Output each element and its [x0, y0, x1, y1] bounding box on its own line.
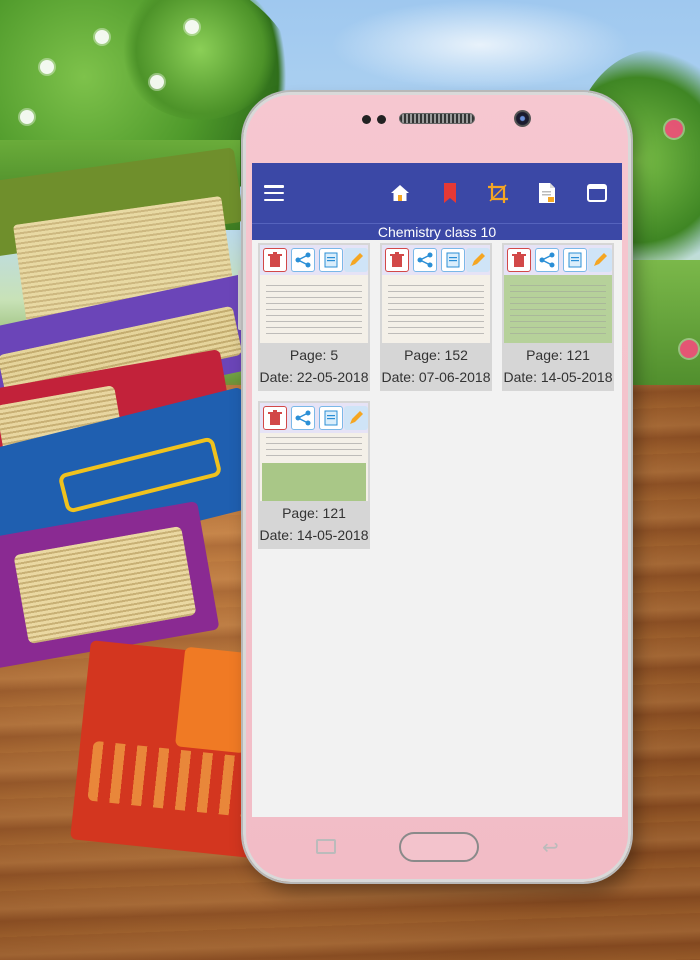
- bookmark-card[interactable]: Page: 121 Date: 14-05-2018: [502, 243, 614, 391]
- share-icon[interactable]: [291, 248, 315, 272]
- home-button[interactable]: [399, 832, 479, 862]
- sensor: [377, 115, 386, 124]
- bookmark-date: Date: 14-05-2018: [503, 369, 613, 385]
- bookmark-date: Date: 22-05-2018: [259, 369, 369, 385]
- app-screen: Chemistry class 10 Page: 5 Date: 22-05-2…: [252, 163, 622, 817]
- note-icon[interactable]: [441, 248, 465, 272]
- share-icon[interactable]: [413, 248, 437, 272]
- note-icon[interactable]: [319, 248, 343, 272]
- page-thumbnail: [260, 245, 368, 343]
- page-thumbnail: [382, 245, 490, 343]
- flower: [680, 340, 698, 358]
- bookmark-page: Page: 121: [526, 347, 590, 363]
- edit-icon[interactable]: [344, 248, 368, 272]
- trash-icon[interactable]: [385, 248, 409, 272]
- note-icon[interactable]: [563, 248, 587, 272]
- flower: [185, 20, 199, 34]
- flower: [95, 30, 109, 44]
- edit-icon[interactable]: [466, 248, 490, 272]
- bookmark-card[interactable]: Page: 152 Date: 07-06-2018: [380, 243, 492, 391]
- bookmark-card[interactable]: Page: 5 Date: 22-05-2018: [258, 243, 370, 391]
- front-camera: [514, 110, 531, 127]
- bookmark-icon[interactable]: [438, 181, 462, 205]
- bookmark-card[interactable]: Page: 121 Date: 14-05-2018: [258, 401, 370, 549]
- page-title: Chemistry class 10: [377, 224, 497, 240]
- sky: [330, 0, 630, 90]
- home-icon[interactable]: [388, 181, 412, 205]
- trash-icon[interactable]: [507, 248, 531, 272]
- bookmark-page: Page: 5: [289, 347, 339, 363]
- page-thumbnail: [504, 245, 612, 343]
- flower: [150, 75, 164, 89]
- note-icon[interactable]: [319, 406, 343, 430]
- document-icon[interactable]: [535, 181, 559, 205]
- edit-icon[interactable]: [344, 406, 368, 430]
- sensor: [362, 115, 371, 124]
- trash-icon[interactable]: [263, 248, 287, 272]
- page-thumbnail: [260, 403, 368, 501]
- toolbar: [252, 163, 622, 223]
- share-icon[interactable]: [535, 248, 559, 272]
- bookmark-page: Page: 121: [282, 505, 346, 521]
- bookmark-page: Page: 152: [404, 347, 468, 363]
- window-icon[interactable]: [585, 181, 609, 205]
- share-icon[interactable]: [291, 406, 315, 430]
- flower: [665, 120, 683, 138]
- flower: [20, 110, 34, 124]
- crop-icon[interactable]: [486, 181, 510, 205]
- recent-apps-icon[interactable]: [316, 839, 336, 854]
- back-icon[interactable]: ↩: [542, 835, 559, 859]
- edit-icon[interactable]: [588, 248, 612, 272]
- bookmark-date: Date: 07-06-2018: [381, 369, 491, 385]
- trash-icon[interactable]: [263, 406, 287, 430]
- menu-icon[interactable]: [264, 185, 284, 201]
- title-bar: Chemistry class 10: [252, 223, 622, 240]
- flower: [40, 60, 54, 74]
- earpiece-speaker: [399, 113, 475, 124]
- bookmark-date: Date: 14-05-2018: [259, 527, 369, 543]
